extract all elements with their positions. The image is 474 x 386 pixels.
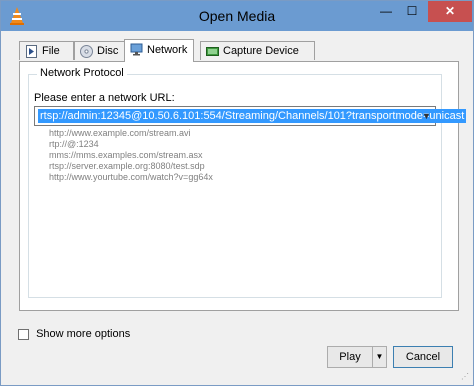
show-more-checkbox[interactable] [18,328,29,340]
example-url: mms://mms.examples.com/stream.asx [49,150,203,160]
play-menu-arrow-icon[interactable]: ▼ [373,346,387,368]
disc-icon [80,45,93,58]
open-media-dialog: Open Media — ☐ ✕ File Disc Network Captu… [0,0,474,386]
file-icon [26,45,37,58]
title-bar[interactable]: Open Media — ☐ ✕ [1,1,473,31]
play-button[interactable]: Play [327,346,373,368]
minimize-button[interactable]: — [373,1,399,22]
tab-disc[interactable]: Disc [74,41,129,60]
example-url: rtp://@:1234 [49,139,99,149]
network-url-input[interactable]: rtsp://admin:12345@10.50.6.101:554/Strea… [34,106,467,126]
close-button[interactable]: ✕ [428,1,472,22]
example-url: http://www.example.com/stream.avi [49,128,191,138]
tab-label: Network [147,44,188,56]
show-more-options[interactable]: Show more options [18,328,130,341]
url-prompt-label: Please enter a network URL: [34,92,175,104]
resize-grip-icon[interactable]: ⋰ [461,373,471,383]
tab-network[interactable]: Network [124,39,194,62]
cancel-button[interactable]: Cancel [393,346,453,368]
tab-label: File [42,45,60,57]
tab-strip: File Disc Network Capture Device [19,39,459,62]
tab-label: Disc [97,45,119,57]
capture-device-icon [206,47,219,56]
example-url: rtsp://server.example.org:8080/test.sdp [49,161,205,171]
show-more-label: Show more options [36,328,131,340]
network-tab-panel: Network Protocol Please enter a network … [19,61,467,311]
url-examples: http://www.example.com/stream.avi rtp://… [49,128,213,183]
network-icon [130,43,143,56]
example-url: http://www.yourtube.com/watch?v=gg64x [49,172,213,182]
tab-file[interactable]: File [19,41,74,60]
url-value[interactable]: rtsp://admin:12345@10.50.6.101:554/Strea… [38,109,467,123]
tab-label: Capture Device [223,45,299,57]
tab-capture-device[interactable]: Capture Device [200,41,315,60]
group-label: Network Protocol [37,67,127,79]
maximize-button[interactable]: ☐ [399,1,425,22]
chevron-down-icon[interactable]: ▼ [418,107,435,125]
